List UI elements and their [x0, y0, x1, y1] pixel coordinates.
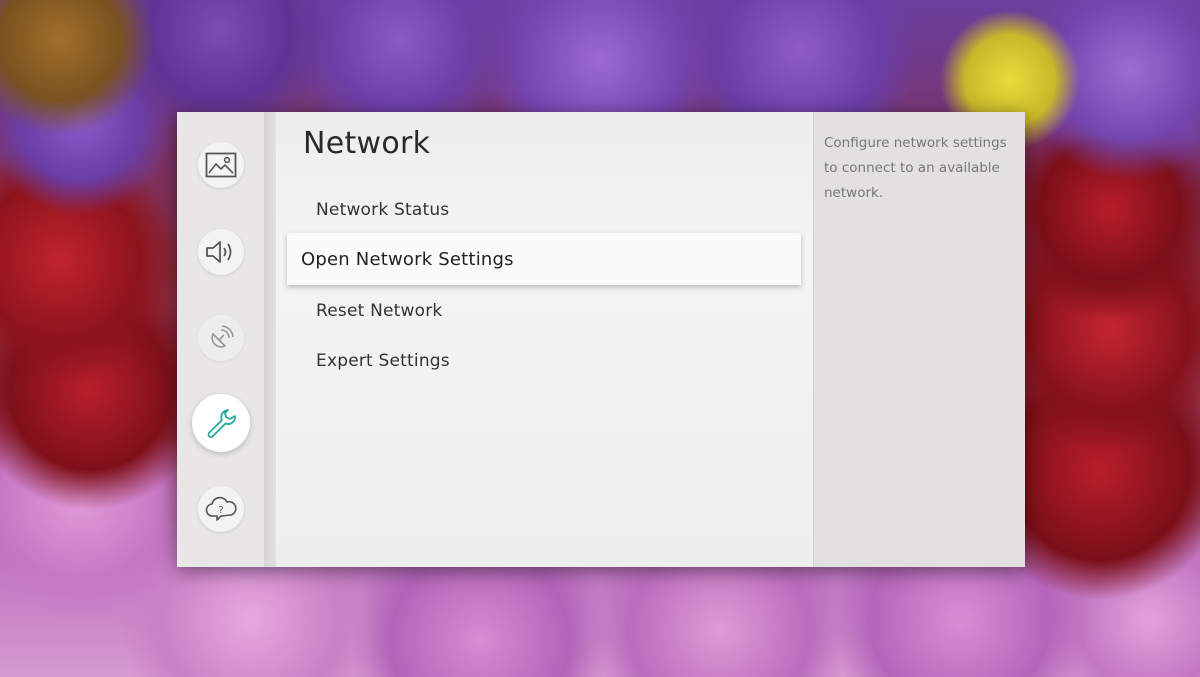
- help-panel: Configure network settings to connect to…: [813, 112, 1025, 567]
- sidebar-item-broadcasting[interactable]: [198, 315, 244, 361]
- menu-item-open-network-settings[interactable]: Open Network Settings: [287, 233, 801, 285]
- broadcasting-icon: [211, 325, 234, 348]
- sidebar-item-picture[interactable]: [198, 142, 244, 188]
- menu-item-network-status[interactable]: Network Status: [316, 200, 449, 220]
- sound-icon: [206, 241, 232, 263]
- page-title: Network: [303, 126, 431, 161]
- network-menu: Network Network Status Open Network Sett…: [276, 112, 813, 567]
- help-description: Configure network settings to connect to…: [824, 135, 1007, 201]
- menu-item-expert-settings[interactable]: Expert Settings: [316, 351, 450, 371]
- picture-icon: [205, 152, 237, 178]
- sidebar-item-general[interactable]: [192, 394, 250, 452]
- sidebar-item-support[interactable]: ?: [198, 486, 244, 532]
- svg-text:?: ?: [218, 505, 223, 516]
- wrench-icon: [207, 409, 236, 438]
- menu-item-reset-network[interactable]: Reset Network: [316, 301, 442, 321]
- sidebar-divider: [264, 112, 276, 567]
- sidebar-item-sound[interactable]: [198, 229, 244, 275]
- settings-panel: ? Network Network Status Open Network Se…: [177, 112, 1025, 567]
- support-icon: ?: [205, 496, 237, 521]
- settings-sidebar: ?: [177, 112, 264, 567]
